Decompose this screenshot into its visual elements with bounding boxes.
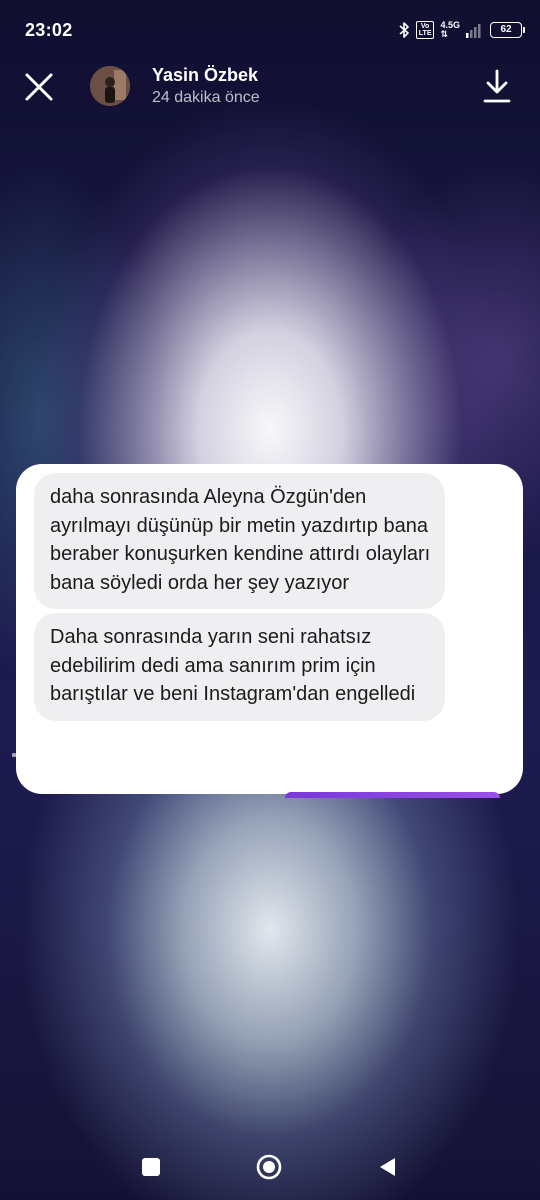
- status-icons: Vo LTE 4.5G ⇅ 62: [398, 18, 525, 42]
- battery-icon: 62: [490, 22, 525, 38]
- close-icon[interactable]: [20, 68, 58, 106]
- status-bar: 23:02 Vo LTE 4.5G ⇅ 62: [0, 0, 540, 62]
- signal-icon: [466, 24, 481, 38]
- story-header: Yasin Özbek 24 dakika önce: [0, 62, 540, 112]
- home-icon[interactable]: [256, 1154, 282, 1180]
- volte-bottom-label: LTE: [418, 30, 432, 37]
- status-time: 23:02: [25, 20, 73, 40]
- data-arrows-icon: ⇅: [440, 29, 449, 39]
- outgoing-bubble-edge: [285, 792, 500, 798]
- network-type: 4.5G ⇅: [440, 21, 460, 39]
- message-bubble: daha sonrasında Aleyna Özgün'den ayrılma…: [34, 473, 445, 609]
- avatar[interactable]: [90, 66, 130, 106]
- volte-top-label: Vo: [420, 23, 430, 30]
- avatar-photo: [90, 66, 130, 106]
- battery-level: 62: [500, 24, 512, 35]
- volte-icon: Vo LTE: [415, 21, 435, 39]
- shared-chat-screenshot: daha sonrasında Aleyna Özgün'den ayrılma…: [16, 464, 523, 794]
- story-viewer: 23:02 Vo LTE 4.5G ⇅ 62 Yasin Özbek 24 da…: [0, 0, 540, 1200]
- download-icon[interactable]: [482, 68, 512, 104]
- back-icon[interactable]: [377, 1156, 397, 1178]
- edge-marker: [12, 753, 16, 757]
- recents-icon[interactable]: [142, 1158, 160, 1176]
- username[interactable]: Yasin Özbek: [152, 65, 258, 86]
- bluetooth-icon: [399, 22, 409, 38]
- system-nav-bar: [0, 1136, 540, 1200]
- message-bubble: Daha sonrasında yarın seni rahatsız edeb…: [34, 613, 445, 721]
- post-time: 24 dakika önce: [152, 89, 260, 106]
